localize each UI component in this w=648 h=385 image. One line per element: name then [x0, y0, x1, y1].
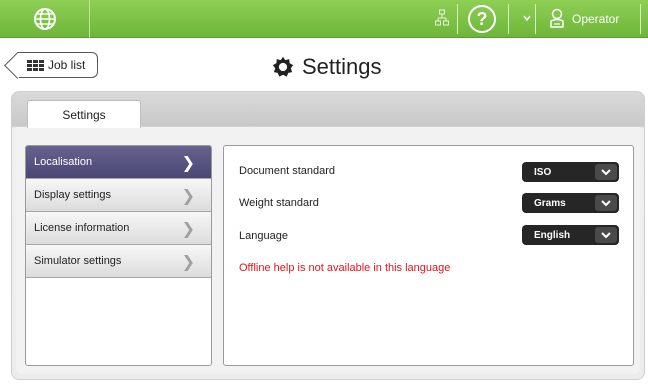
chevron-down-icon	[595, 227, 617, 243]
home-button[interactable]	[0, 0, 90, 38]
divider	[457, 4, 458, 34]
job-list-button[interactable]: Job list	[17, 52, 98, 78]
divider	[640, 4, 641, 34]
settings-menu: Localisation ❯ Display settings ❯ Licens…	[25, 145, 212, 366]
offline-help-warning: Offline help is not available in this la…	[239, 262, 451, 274]
grid-icon	[27, 59, 44, 71]
weight-standard-label: Weight standard	[239, 197, 319, 209]
chevron-down-icon	[595, 164, 617, 180]
menu-item-label: Simulator settings	[34, 255, 122, 267]
divider	[508, 4, 509, 34]
menu-item-label: License information	[34, 222, 130, 234]
chevron-right-icon: ❯	[181, 185, 195, 205]
chevron-down-icon[interactable]	[522, 12, 532, 26]
operator-label[interactable]: Operator	[572, 12, 619, 26]
page-title-text: Settings	[302, 54, 382, 79]
globe-icon	[33, 8, 56, 30]
job-list-label: Job list	[48, 58, 86, 72]
gear-icon	[272, 56, 294, 77]
dropdown-value: Grams	[534, 197, 566, 209]
document-standard-dropdown[interactable]: ISO	[522, 162, 619, 182]
language-label: Language	[239, 230, 288, 242]
document-standard-label: Document standard	[239, 165, 335, 177]
menu-item-label: Localisation	[34, 156, 93, 168]
operator-icon[interactable]	[549, 8, 565, 33]
chevron-right-icon: ❯	[181, 218, 195, 238]
menu-item-display-settings[interactable]: Display settings ❯	[26, 179, 211, 212]
chevron-right-icon: ❯	[181, 251, 195, 271]
chevron-down-icon	[595, 195, 617, 211]
divider	[535, 4, 536, 34]
weight-standard-dropdown[interactable]: Grams	[522, 193, 619, 213]
network-icon	[435, 9, 449, 32]
menu-item-label: Display settings	[34, 189, 112, 201]
dropdown-value: ISO	[534, 166, 552, 178]
chevron-right-icon: ❯	[181, 152, 195, 172]
top-bar: ? Operator	[0, 0, 648, 38]
tab-settings[interactable]: Settings	[27, 100, 141, 128]
menu-item-simulator-settings[interactable]: Simulator settings ❯	[26, 245, 211, 278]
help-icon[interactable]: ?	[468, 5, 496, 33]
menu-item-license-information[interactable]: License information ❯	[26, 212, 211, 245]
menu-item-localisation[interactable]: Localisation ❯	[26, 146, 211, 179]
localisation-pane: Document standard ISO Weight standard Gr…	[223, 145, 634, 366]
page-title: Settings	[272, 52, 382, 82]
language-dropdown[interactable]: English	[522, 225, 619, 245]
dropdown-value: English	[534, 229, 571, 241]
